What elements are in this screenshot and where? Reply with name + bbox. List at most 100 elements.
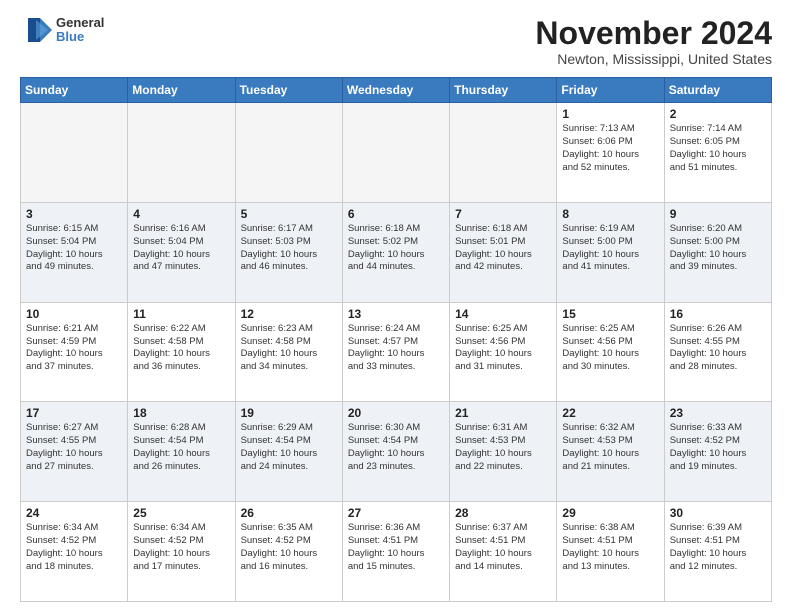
calendar-cell-empty xyxy=(450,103,557,203)
calendar-cell: 17 Sunrise: 6:27 AM Sunset: 4:55 PM Dayli… xyxy=(21,402,128,502)
calendar-cell: 25 Sunrise: 6:34 AM Sunset: 4:52 PM Dayli… xyxy=(128,502,235,602)
calendar-cell: 6 Sunrise: 6:18 AM Sunset: 5:02 PM Daylig… xyxy=(342,202,449,302)
day-info: Sunrise: 6:34 AM Sunset: 4:52 PM Dayligh… xyxy=(133,522,229,573)
calendar-week-row: 3 Sunrise: 6:15 AM Sunset: 5:04 PM Daylig… xyxy=(21,202,772,302)
day-info: Sunrise: 6:20 AM Sunset: 5:00 PM Dayligh… xyxy=(670,223,766,274)
day-number: 13 xyxy=(348,307,444,321)
day-number: 24 xyxy=(26,506,122,520)
day-info: Sunrise: 6:38 AM Sunset: 4:51 PM Dayligh… xyxy=(562,522,658,573)
day-number: 6 xyxy=(348,207,444,221)
day-info: Sunrise: 6:34 AM Sunset: 4:52 PM Dayligh… xyxy=(26,522,122,573)
calendar-cell: 1Sunrise: 7:13 AM Sunset: 6:06 PM Daylig… xyxy=(557,103,664,203)
calendar-cell: 2 Sunrise: 7:14 AM Sunset: 6:05 PM Daylig… xyxy=(664,103,771,203)
location: Newton, Mississippi, United States xyxy=(535,51,772,67)
calendar-cell: 21Sunrise: 6:31 AM Sunset: 4:53 PM Dayli… xyxy=(450,402,557,502)
day-number: 28 xyxy=(455,506,551,520)
day-info: Sunrise: 6:29 AM Sunset: 4:54 PM Dayligh… xyxy=(241,422,337,473)
day-number: 9 xyxy=(670,207,766,221)
calendar-cell: 22Sunrise: 6:32 AM Sunset: 4:53 PM Dayli… xyxy=(557,402,664,502)
calendar-cell: 15 Sunrise: 6:25 AM Sunset: 4:56 PM Dayli… xyxy=(557,302,664,402)
day-header-wednesday: Wednesday xyxy=(342,78,449,103)
day-info: Sunrise: 6:35 AM Sunset: 4:52 PM Dayligh… xyxy=(241,522,337,573)
day-number: 4 xyxy=(133,207,229,221)
logo-text: General Blue xyxy=(56,16,104,45)
day-header-friday: Friday xyxy=(557,78,664,103)
day-info: Sunrise: 6:18 AM Sunset: 5:01 PM Dayligh… xyxy=(455,223,551,274)
day-number: 23 xyxy=(670,406,766,420)
day-number: 14 xyxy=(455,307,551,321)
day-info: Sunrise: 6:25 AM Sunset: 4:56 PM Dayligh… xyxy=(455,323,551,374)
day-info: Sunrise: 7:13 AM Sunset: 6:06 PM Dayligh… xyxy=(562,123,658,174)
day-info: Sunrise: 6:22 AM Sunset: 4:58 PM Dayligh… xyxy=(133,323,229,374)
calendar-cell: 26Sunrise: 6:35 AM Sunset: 4:52 PM Dayli… xyxy=(235,502,342,602)
day-info: Sunrise: 6:37 AM Sunset: 4:51 PM Dayligh… xyxy=(455,522,551,573)
calendar-cell-empty xyxy=(21,103,128,203)
calendar-table: SundayMondayTuesdayWednesdayThursdayFrid… xyxy=(20,77,772,602)
title-block: November 2024 Newton, Mississippi, Unite… xyxy=(535,16,772,67)
calendar-cell: 9 Sunrise: 6:20 AM Sunset: 5:00 PM Daylig… xyxy=(664,202,771,302)
calendar-cell: 29Sunrise: 6:38 AM Sunset: 4:51 PM Dayli… xyxy=(557,502,664,602)
day-number: 7 xyxy=(455,207,551,221)
day-number: 30 xyxy=(670,506,766,520)
calendar-cell: 14 Sunrise: 6:25 AM Sunset: 4:56 PM Dayli… xyxy=(450,302,557,402)
day-number: 18 xyxy=(133,406,229,420)
calendar-cell: 12Sunrise: 6:23 AM Sunset: 4:58 PM Dayli… xyxy=(235,302,342,402)
calendar-cell: 16 Sunrise: 6:26 AM Sunset: 4:55 PM Dayli… xyxy=(664,302,771,402)
day-number: 21 xyxy=(455,406,551,420)
month-title: November 2024 xyxy=(535,16,772,51)
day-header-saturday: Saturday xyxy=(664,78,771,103)
logo-blue: Blue xyxy=(56,30,104,44)
header: General Blue November 2024 Newton, Missi… xyxy=(20,16,772,67)
day-info: Sunrise: 6:30 AM Sunset: 4:54 PM Dayligh… xyxy=(348,422,444,473)
calendar-cell: 11 Sunrise: 6:22 AM Sunset: 4:58 PM Dayli… xyxy=(128,302,235,402)
day-info: Sunrise: 6:25 AM Sunset: 4:56 PM Dayligh… xyxy=(562,323,658,374)
day-number: 12 xyxy=(241,307,337,321)
calendar-cell: 5 Sunrise: 6:17 AM Sunset: 5:03 PM Daylig… xyxy=(235,202,342,302)
day-info: Sunrise: 6:27 AM Sunset: 4:55 PM Dayligh… xyxy=(26,422,122,473)
day-number: 16 xyxy=(670,307,766,321)
day-info: Sunrise: 6:15 AM Sunset: 5:04 PM Dayligh… xyxy=(26,223,122,274)
day-number: 11 xyxy=(133,307,229,321)
day-info: Sunrise: 6:16 AM Sunset: 5:04 PM Dayligh… xyxy=(133,223,229,274)
day-info: Sunrise: 6:26 AM Sunset: 4:55 PM Dayligh… xyxy=(670,323,766,374)
day-info: Sunrise: 6:19 AM Sunset: 5:00 PM Dayligh… xyxy=(562,223,658,274)
day-info: Sunrise: 6:36 AM Sunset: 4:51 PM Dayligh… xyxy=(348,522,444,573)
calendar-cell-empty xyxy=(235,103,342,203)
day-number: 10 xyxy=(26,307,122,321)
day-info: Sunrise: 6:39 AM Sunset: 4:51 PM Dayligh… xyxy=(670,522,766,573)
day-number: 19 xyxy=(241,406,337,420)
day-number: 2 xyxy=(670,107,766,121)
day-info: Sunrise: 6:32 AM Sunset: 4:53 PM Dayligh… xyxy=(562,422,658,473)
day-header-thursday: Thursday xyxy=(450,78,557,103)
calendar-cell: 19 Sunrise: 6:29 AM Sunset: 4:54 PM Dayli… xyxy=(235,402,342,502)
calendar-header-row: SundayMondayTuesdayWednesdayThursdayFrid… xyxy=(21,78,772,103)
day-info: Sunrise: 6:17 AM Sunset: 5:03 PM Dayligh… xyxy=(241,223,337,274)
day-info: Sunrise: 6:33 AM Sunset: 4:52 PM Dayligh… xyxy=(670,422,766,473)
logo: General Blue xyxy=(20,16,104,45)
day-number: 3 xyxy=(26,207,122,221)
day-number: 17 xyxy=(26,406,122,420)
calendar-week-row: 10Sunrise: 6:21 AM Sunset: 4:59 PM Dayli… xyxy=(21,302,772,402)
day-info: Sunrise: 7:14 AM Sunset: 6:05 PM Dayligh… xyxy=(670,123,766,174)
calendar-cell: 13 Sunrise: 6:24 AM Sunset: 4:57 PM Dayli… xyxy=(342,302,449,402)
day-number: 5 xyxy=(241,207,337,221)
day-info: Sunrise: 6:28 AM Sunset: 4:54 PM Dayligh… xyxy=(133,422,229,473)
calendar-cell: 4 Sunrise: 6:16 AM Sunset: 5:04 PM Daylig… xyxy=(128,202,235,302)
page: General Blue November 2024 Newton, Missi… xyxy=(0,0,792,612)
day-info: Sunrise: 6:18 AM Sunset: 5:02 PM Dayligh… xyxy=(348,223,444,274)
calendar-cell: 20 Sunrise: 6:30 AM Sunset: 4:54 PM Dayli… xyxy=(342,402,449,502)
day-number: 27 xyxy=(348,506,444,520)
calendar-cell: 27 Sunrise: 6:36 AM Sunset: 4:51 PM Dayli… xyxy=(342,502,449,602)
calendar-cell: 24 Sunrise: 6:34 AM Sunset: 4:52 PM Dayli… xyxy=(21,502,128,602)
day-number: 20 xyxy=(348,406,444,420)
calendar-week-row: 17 Sunrise: 6:27 AM Sunset: 4:55 PM Dayli… xyxy=(21,402,772,502)
day-header-monday: Monday xyxy=(128,78,235,103)
logo-general: General xyxy=(56,16,104,30)
day-info: Sunrise: 6:24 AM Sunset: 4:57 PM Dayligh… xyxy=(348,323,444,374)
calendar-cell-empty xyxy=(128,103,235,203)
day-number: 25 xyxy=(133,506,229,520)
day-number: 15 xyxy=(562,307,658,321)
logo-icon xyxy=(20,16,52,44)
calendar-cell: 23 Sunrise: 6:33 AM Sunset: 4:52 PM Dayli… xyxy=(664,402,771,502)
calendar-cell: 18 Sunrise: 6:28 AM Sunset: 4:54 PM Dayli… xyxy=(128,402,235,502)
